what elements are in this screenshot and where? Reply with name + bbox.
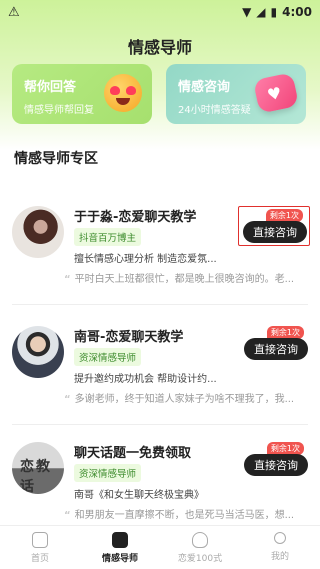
review-text: 多谢老师，终于知道人家妹子为啥不理我了，我...	[74, 394, 295, 405]
tab-mine[interactable]: 我的	[240, 526, 320, 569]
quote-icon: “	[64, 394, 71, 405]
heart-icon	[192, 532, 208, 548]
tab-label: 我的	[270, 552, 289, 562]
tab-love-100[interactable]: 恋爱100式	[160, 526, 240, 569]
emotion-consult-card[interactable]: 情感咨询 24小时情感答疑 ♥	[166, 64, 306, 124]
tab-label: 情感导师	[101, 554, 138, 564]
avatar	[12, 206, 64, 258]
review-text: 和男朋友一直摩擦不断，也是死马当活马医，想...	[74, 510, 295, 521]
mentor-review: “和男朋友一直摩擦不断，也是死马当活马医，想...	[64, 506, 308, 521]
consult-area: 剩余1次 直接咨询	[240, 324, 310, 364]
consult-area: 剩余1次 直接咨询	[238, 206, 310, 246]
tab-label: 首页	[30, 554, 49, 564]
tab-label: 恋爱100式	[177, 554, 223, 564]
heart-eyes-emoji-icon	[104, 74, 142, 112]
tab-home[interactable]: 首页	[0, 526, 80, 569]
quote-icon: “	[64, 274, 71, 285]
consult-area: 剩余1次 直接咨询	[240, 440, 310, 480]
help-answer-card[interactable]: 帮你回答 情感导师帮回复	[12, 64, 152, 124]
avatar-text: 恋教话	[20, 459, 52, 494]
battery-icon: ▮	[270, 5, 278, 19]
status-bar: ⚠ ▼ ◢ ▮ 4:00	[0, 0, 320, 24]
mentor-name: 南哥-恋爱聊天教学	[74, 330, 184, 345]
mentor-item[interactable]: 南哥-恋爱聊天教学 资深情感导师 提升邀约成功机会 帮助设计约... “多谢老师…	[0, 326, 320, 446]
divider	[12, 304, 308, 305]
mentor-badge: 资深情感导师	[74, 348, 142, 366]
mentor-desc: 擅长情感心理分析 制造恋爱氛...	[74, 254, 217, 265]
person-icon	[274, 532, 286, 544]
status-time: 4:00	[282, 5, 312, 19]
consult-button[interactable]: 直接咨询	[243, 221, 307, 243]
status-right: ▼ ◢ ▮ 4:00	[242, 5, 312, 19]
mentor-badge: 抖音百万博主	[74, 228, 142, 246]
avatar: 恋教话	[12, 442, 64, 494]
page-title: 情感导师	[127, 38, 192, 57]
quote-icon: “	[64, 510, 71, 521]
warning-icon: ⚠	[8, 4, 20, 20]
heart-chat-icon	[112, 532, 128, 548]
review-text: 平时白天上班都很忙，都是晚上很晚咨询的。老...	[74, 274, 295, 285]
section-title: 情感导师专区	[14, 151, 98, 167]
mentor-item[interactable]: 于于淼-恋爱聊天教学 抖音百万博主 擅长情感心理分析 制造恋爱氛... “平时白…	[0, 206, 320, 326]
mentor-desc: 南哥《和女生聊天终极宝典》	[74, 490, 204, 501]
mentor-review: “多谢老师，终于知道人家妹子为啥不理我了，我...	[64, 390, 308, 405]
signal-icon: ◢	[256, 5, 266, 19]
tab-emotion-mentor[interactable]: 情感导师	[80, 526, 160, 569]
mentor-review: “平时白天上班都很忙，都是晚上很晚咨询的。老...	[64, 270, 308, 285]
mentor-name: 聊天话题一免费领取	[74, 446, 192, 461]
mentor-desc: 提升邀约成功机会 帮助设计约...	[74, 374, 217, 385]
consult-button[interactable]: 直接咨询	[244, 338, 308, 360]
home-icon	[32, 532, 48, 548]
mentor-badge: 资深情感导师	[74, 464, 142, 482]
consult-button[interactable]: 直接咨询	[244, 454, 308, 476]
wifi-icon: ▼	[242, 5, 252, 19]
avatar	[12, 326, 64, 378]
mentor-name: 于于淼-恋爱聊天教学	[74, 210, 197, 225]
divider	[12, 424, 308, 425]
bottom-tab-bar: 首页 情感导师 恋爱100式 我的	[0, 525, 320, 569]
